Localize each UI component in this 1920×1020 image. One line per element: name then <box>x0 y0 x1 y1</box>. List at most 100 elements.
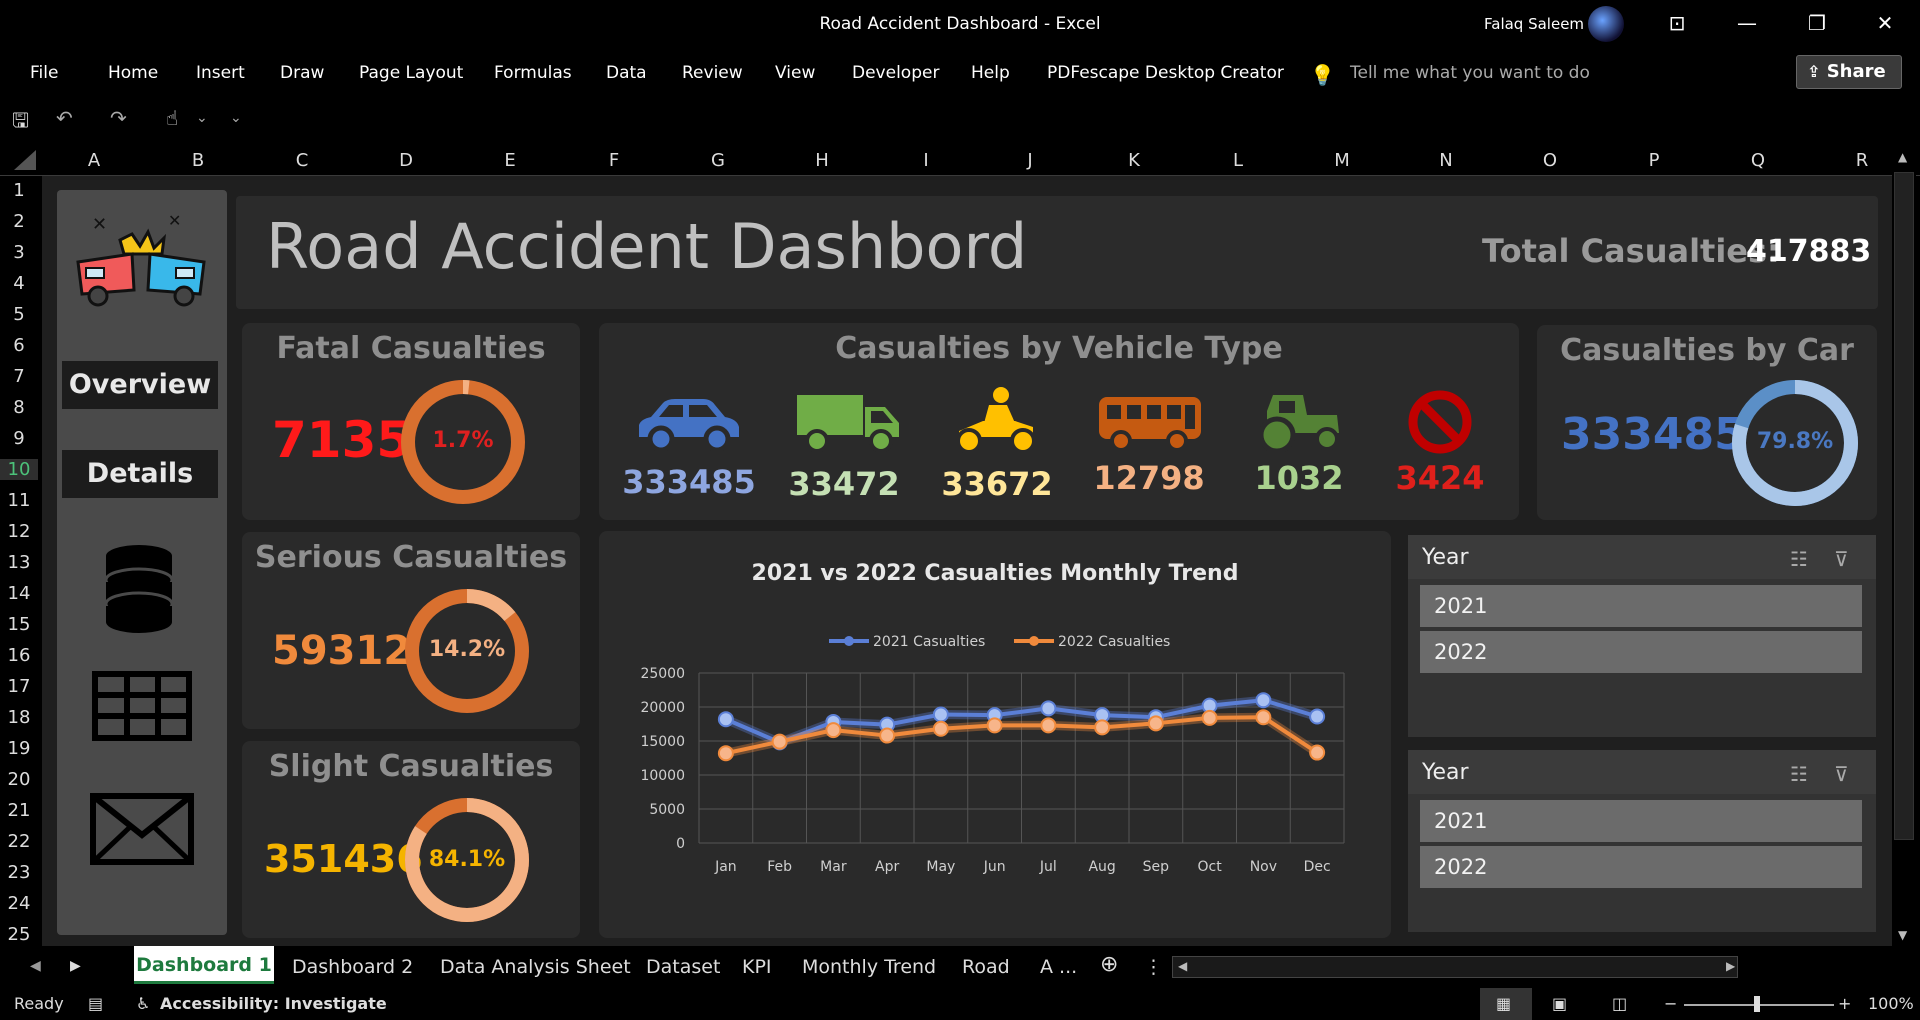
next-sheet-icon[interactable]: ▶ <box>70 958 81 974</box>
mail-icon[interactable] <box>90 793 194 869</box>
sheet-tab[interactable]: KPI <box>742 956 772 978</box>
user-name[interactable]: Falaq Saleem <box>1484 15 1584 33</box>
column-header[interactable]: D <box>354 150 458 171</box>
tab-draw[interactable]: Draw <box>280 63 324 83</box>
customize-qat-icon[interactable]: ⌄ <box>230 110 242 126</box>
tab-review[interactable]: Review <box>682 63 743 83</box>
scroll-right-icon[interactable]: ▶ <box>1726 959 1735 973</box>
multi-select-icon[interactable]: ☷ <box>1790 762 1808 786</box>
column-header[interactable]: O <box>1498 150 1602 171</box>
avatar[interactable] <box>1588 6 1624 42</box>
row-header[interactable]: 17 <box>0 676 38 697</box>
zoom-level[interactable]: 100% <box>1868 994 1914 1013</box>
share-button[interactable]: ⇪ Share ⌄ <box>1796 55 1902 113</box>
sheet-tab-active[interactable]: Dashboard 1 <box>134 946 274 984</box>
column-header[interactable]: H <box>770 150 874 171</box>
row-header[interactable]: 21 <box>0 800 38 821</box>
tab-formulas[interactable]: Formulas <box>494 63 572 83</box>
row-header[interactable]: 4 <box>0 273 38 294</box>
column-header[interactable]: L <box>1186 150 1290 171</box>
tab-view[interactable]: View <box>775 63 815 83</box>
restore-icon[interactable]: ❐ <box>1802 10 1832 36</box>
zoom-out-icon[interactable]: − <box>1664 994 1677 1013</box>
column-header[interactable]: B <box>146 150 250 171</box>
row-header[interactable]: 16 <box>0 645 38 666</box>
page-layout-view-icon[interactable]: ▣ <box>1552 994 1567 1013</box>
horizontal-scrollbar[interactable] <box>1172 956 1738 978</box>
sheet-tab[interactable]: A ... <box>1040 956 1077 978</box>
column-header[interactable]: E <box>458 150 562 171</box>
column-header[interactable]: I <box>874 150 978 171</box>
add-sheet-icon[interactable]: ⊕ <box>1100 952 1118 977</box>
sheet-tab[interactable]: Data Analysis Sheet <box>440 956 631 978</box>
row-header[interactable]: 23 <box>0 862 38 883</box>
column-header[interactable]: Q <box>1706 150 1810 171</box>
row-header[interactable]: 14 <box>0 583 38 604</box>
row-header[interactable]: 25 <box>0 924 38 945</box>
details-button[interactable]: Details <box>62 450 218 498</box>
minimize-icon[interactable]: — <box>1732 10 1762 36</box>
tab-file[interactable]: File <box>30 63 58 83</box>
save-icon[interactable]: 🖫 <box>12 106 29 140</box>
column-header[interactable]: K <box>1082 150 1186 171</box>
row-header[interactable]: 11 <box>0 490 38 511</box>
row-header[interactable]: 5 <box>0 304 38 325</box>
row-header[interactable]: 20 <box>0 769 38 790</box>
column-header[interactable]: F <box>562 150 666 171</box>
sheet-tab[interactable]: Monthly Trend <box>802 956 936 978</box>
chevron-down-icon[interactable]: ⌄ <box>196 110 208 126</box>
zoom-slider-thumb[interactable] <box>1754 996 1760 1012</box>
scroll-down-icon[interactable]: ▼ <box>1898 928 1907 942</box>
tab-insert[interactable]: Insert <box>196 63 245 83</box>
sheet-tab[interactable]: Road <box>962 956 1010 978</box>
prev-sheet-icon[interactable]: ◀ <box>30 958 41 974</box>
row-header[interactable]: 13 <box>0 552 38 573</box>
row-header[interactable]: 3 <box>0 242 38 263</box>
more-options-icon[interactable]: ⋮ <box>1144 956 1163 978</box>
row-header[interactable]: 7 <box>0 366 38 387</box>
overview-button[interactable]: Overview <box>62 361 218 409</box>
row-header[interactable]: 10 <box>0 459 38 480</box>
tell-me-search[interactable]: Tell me what you want to do <box>1350 63 1590 83</box>
column-header[interactable]: G <box>666 150 770 171</box>
clear-filter-icon[interactable]: ⊽ <box>1834 762 1849 786</box>
row-header[interactable]: 8 <box>0 397 38 418</box>
row-header[interactable]: 19 <box>0 738 38 759</box>
scroll-up-icon[interactable]: ▲ <box>1898 150 1907 164</box>
row-header[interactable]: 2 <box>0 211 38 232</box>
column-header[interactable]: P <box>1602 150 1706 171</box>
ribbon-display-icon[interactable]: ⊡ <box>1662 10 1692 36</box>
touch-mode-icon[interactable]: ☝ <box>166 106 178 130</box>
row-header[interactable]: 24 <box>0 893 38 914</box>
slicer-item-2021[interactable]: 2021 <box>1420 800 1862 842</box>
tab-developer[interactable]: Developer <box>852 63 939 83</box>
sheet-tab[interactable]: Dataset <box>646 956 720 978</box>
tab-page-layout[interactable]: Page Layout <box>359 63 463 83</box>
accessibility-icon[interactable]: ♿ <box>136 994 150 1013</box>
slicer-item-2022[interactable]: 2022 <box>1420 846 1862 888</box>
column-header[interactable]: A <box>42 150 146 171</box>
tab-pdfescape[interactable]: PDFescape Desktop Creator <box>1047 63 1284 83</box>
row-header[interactable]: 9 <box>0 428 38 449</box>
tab-home[interactable]: Home <box>108 63 158 83</box>
multi-select-icon[interactable]: ☷ <box>1790 547 1808 571</box>
column-header[interactable]: N <box>1394 150 1498 171</box>
accessibility-status[interactable]: Accessibility: Investigate <box>160 994 387 1013</box>
row-header[interactable]: 6 <box>0 335 38 356</box>
zoom-in-icon[interactable]: + <box>1838 994 1851 1013</box>
select-all-corner[interactable] <box>14 150 36 170</box>
row-header[interactable]: 1 <box>0 180 38 201</box>
row-header[interactable]: 22 <box>0 831 38 852</box>
scroll-left-icon[interactable]: ◀ <box>1178 959 1187 973</box>
column-header[interactable]: C <box>250 150 354 171</box>
column-header[interactable]: J <box>978 150 1082 171</box>
lightbulb-icon[interactable]: 💡 <box>1310 63 1335 87</box>
redo-icon[interactable]: ↷ <box>110 106 127 130</box>
row-header[interactable]: 15 <box>0 614 38 635</box>
row-header[interactable]: 12 <box>0 521 38 542</box>
slicer-item-2021[interactable]: 2021 <box>1420 585 1862 627</box>
page-break-view-icon[interactable]: ◫ <box>1612 994 1627 1013</box>
row-header[interactable]: 18 <box>0 707 38 728</box>
sheet-tab[interactable]: Dashboard 2 <box>292 956 413 978</box>
macro-icon[interactable]: ▤ <box>88 994 103 1013</box>
